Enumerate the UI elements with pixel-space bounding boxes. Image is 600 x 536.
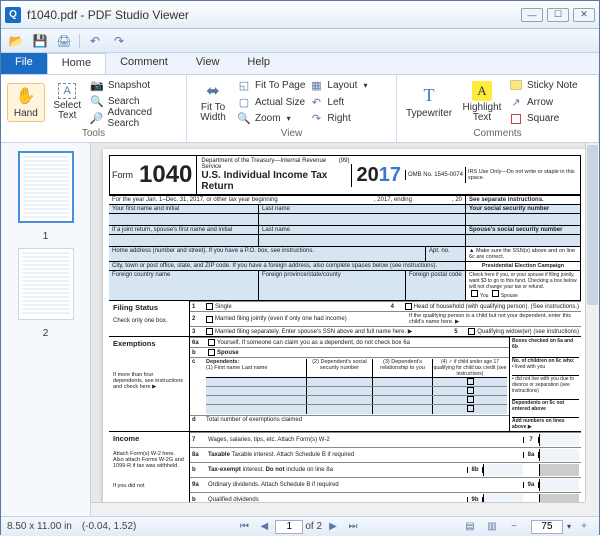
highlight-icon: A: [472, 81, 492, 101]
thumbnail-2-label: 2: [43, 328, 49, 339]
tab-comment[interactable]: Comment: [106, 53, 182, 74]
thumbnail-page-1[interactable]: [18, 151, 74, 223]
square-icon: [509, 112, 523, 126]
tab-view[interactable]: View: [182, 53, 234, 74]
page-number-input[interactable]: [275, 520, 303, 534]
ribbon-tabs: File Home Comment View Help: [1, 53, 599, 75]
hand-icon: ✋: [16, 86, 36, 106]
select-text-label: Select Text: [53, 101, 81, 121]
pdf-page: Form 1040 Department of the Treasury—Int…: [103, 149, 587, 516]
fit-page-icon: ◱: [237, 78, 251, 92]
rotate-right-button[interactable]: ↷Right: [309, 110, 367, 127]
title-bar: Q f1040.pdf - PDF Studio Viewer — ☐ ✕: [1, 1, 599, 29]
search-icon: 🔍: [90, 94, 104, 108]
page-navigation: ⏮ ◀ of 2 ▶ ⏭: [235, 520, 362, 534]
window-controls: — ☐ ✕: [521, 8, 595, 22]
minimize-button[interactable]: —: [521, 8, 543, 22]
typewriter-label: Typewriter: [406, 108, 452, 119]
vertical-scrollbar[interactable]: [585, 143, 599, 516]
tab-home[interactable]: Home: [47, 53, 106, 74]
form-header: Form 1040 Department of the Treasury—Int…: [109, 155, 581, 195]
first-page-button[interactable]: ⏮: [235, 520, 253, 534]
actual-size-button[interactable]: ▢Actual Size: [237, 94, 305, 111]
sticky-note-icon: [509, 78, 523, 92]
highlight-tool[interactable]: A Highlight Text: [459, 81, 505, 123]
rotate-left-icon: ↶: [309, 95, 323, 109]
zoom-in-button[interactable]: +: [575, 520, 593, 534]
zoom-input[interactable]: [531, 520, 563, 534]
app-icon: Q: [5, 7, 21, 23]
typewriter-icon: T: [419, 86, 439, 106]
fit-width-button[interactable]: ⬌ Fit To Width: [193, 81, 233, 123]
ribbon-group-view: ⬌ Fit To Width ◱Fit To Page ▢Actual Size…: [187, 75, 397, 142]
horizontal-scrollbar[interactable]: [91, 502, 585, 516]
tab-help[interactable]: Help: [233, 53, 284, 74]
prev-page-button[interactable]: ◀: [255, 520, 273, 534]
highlight-label: Highlight Text: [463, 103, 502, 123]
ribbon-group-tools: ✋ Hand A Select Text 📷Snapshot 🔍Search 🔎…: [1, 75, 187, 142]
form-number: 1040: [135, 161, 196, 189]
comments-group-label: Comments: [403, 127, 592, 140]
fit-width-icon: ⬌: [203, 81, 223, 101]
snapshot-icon: 📷: [90, 78, 104, 92]
page-dimensions: 8.50 x 11.00 in: [7, 521, 72, 532]
thumbnail-panel: 1 2: [1, 143, 91, 516]
open-icon[interactable]: 📂: [7, 32, 25, 50]
view-mode-icon[interactable]: ▤: [461, 520, 479, 534]
last-page-button[interactable]: ⏭: [344, 520, 362, 534]
ribbon: ✋ Hand A Select Text 📷Snapshot 🔍Search 🔎…: [1, 75, 599, 143]
cursor-coords: (-0.04, 1.52): [82, 521, 136, 532]
page-total: of 2: [305, 521, 322, 532]
ribbon-group-comments: T Typewriter A Highlight Text Sticky Not…: [397, 75, 599, 142]
snapshot-tool[interactable]: 📷Snapshot: [90, 77, 180, 93]
status-bar: 8.50 x 11.00 in (-0.04, 1.52) ⏮ ◀ of 2 ▶…: [1, 516, 599, 536]
close-button[interactable]: ✕: [573, 8, 595, 22]
save-icon[interactable]: 💾: [31, 32, 49, 50]
document-viewport[interactable]: Form 1040 Department of the Treasury—Int…: [91, 143, 599, 516]
print-icon[interactable]: 🖨: [55, 32, 73, 50]
scroll-corner: [585, 502, 599, 516]
arrow-tool[interactable]: ↗Arrow: [509, 94, 578, 111]
arrow-icon: ↗: [509, 95, 523, 109]
select-text-icon: A: [58, 83, 76, 99]
view-group-label: View: [193, 127, 390, 140]
tools-group-label: Tools: [7, 127, 180, 140]
hand-label: Hand: [14, 108, 38, 119]
square-tool[interactable]: Square: [509, 110, 578, 127]
zoom-button[interactable]: 🔍Zoom▾: [237, 110, 305, 127]
actual-size-icon: ▢: [237, 95, 251, 109]
quick-access-toolbar: 📂 💾 🖨 ↶ ↷: [1, 29, 599, 53]
fit-page-button[interactable]: ◱Fit To Page: [237, 77, 305, 94]
layout-icon: ▦: [309, 78, 323, 92]
select-text-tool[interactable]: A Select Text: [49, 83, 86, 121]
thumbnail-page-2[interactable]: [18, 248, 74, 320]
advanced-search-tool[interactable]: 🔎Advanced Search: [90, 109, 180, 127]
sticky-note-tool[interactable]: Sticky Note: [509, 77, 578, 94]
next-page-button[interactable]: ▶: [324, 520, 342, 534]
fit-width-label: Fit To Width: [200, 103, 226, 123]
window-title: f1040.pdf - PDF Studio Viewer: [27, 8, 521, 22]
main-area: 1 2 Form 1040 Department of the Treasury…: [1, 143, 599, 516]
rotate-left-button[interactable]: ↶Left: [309, 94, 367, 111]
zoom-icon: 🔍: [237, 112, 251, 126]
rotate-right-icon: ↷: [309, 112, 323, 126]
hand-tool[interactable]: ✋ Hand: [7, 83, 45, 122]
layout-button[interactable]: ▦Layout▾: [309, 77, 367, 94]
layout-mode-icon[interactable]: ▥: [483, 520, 501, 534]
scroll-thumb[interactable]: [587, 145, 598, 305]
zoom-out-button[interactable]: −: [505, 520, 523, 534]
thumbnail-1-label: 1: [43, 231, 49, 242]
undo-icon[interactable]: ↶: [86, 32, 104, 50]
advanced-search-icon: 🔎: [90, 111, 104, 125]
redo-icon[interactable]: ↷: [110, 32, 128, 50]
tab-file[interactable]: File: [1, 53, 47, 74]
maximize-button[interactable]: ☐: [547, 8, 569, 22]
typewriter-tool[interactable]: T Typewriter: [403, 86, 455, 119]
